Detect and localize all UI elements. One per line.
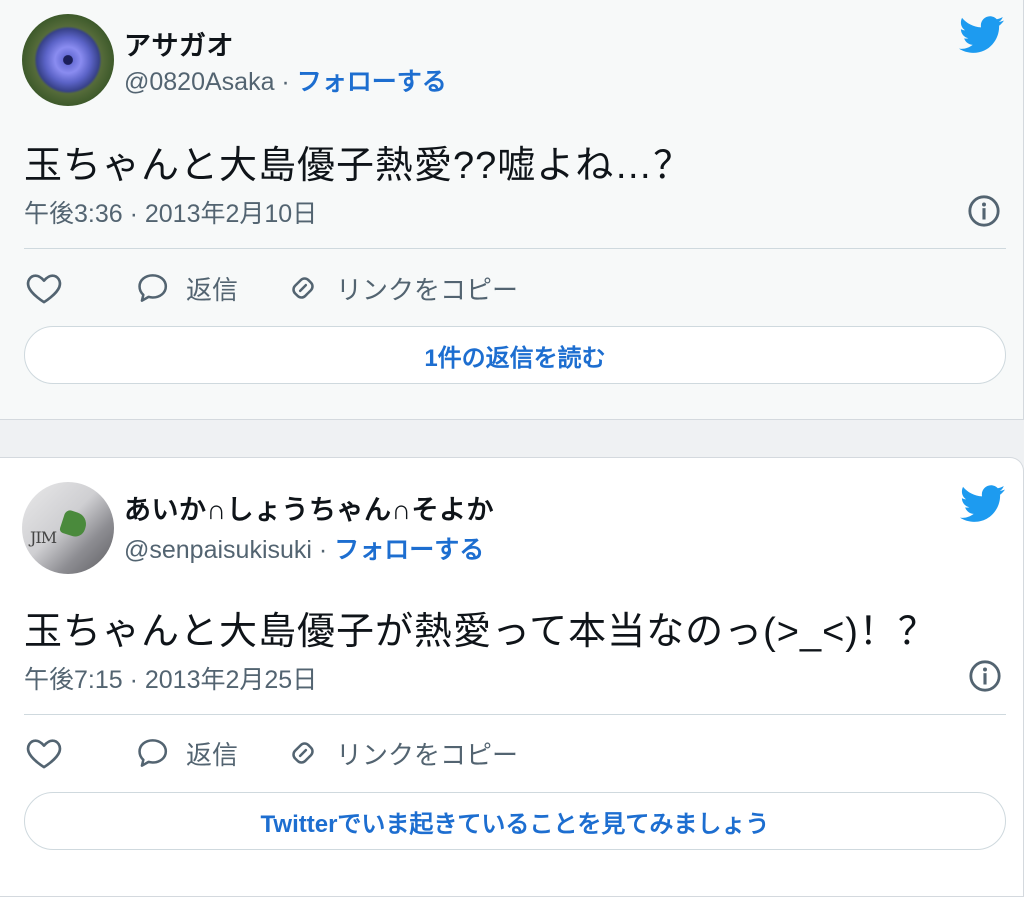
tweet-timestamp[interactable]: 午後3:36 · 2013年2月10日 <box>24 194 317 230</box>
heart-icon <box>26 739 62 769</box>
handle-line: @0820Asaka · フォローする <box>124 62 447 98</box>
avatar-heart-shape <box>58 508 90 540</box>
follow-link[interactable]: フォローする <box>297 68 447 96</box>
info-icon[interactable] <box>967 194 1001 228</box>
read-replies-button[interactable]: 1件の返信を読む <box>24 326 1006 384</box>
tweet-text: 玉ちゃんと大島優子熱愛??嘘よね…？ <box>24 145 693 187</box>
follow-link[interactable]: フォローする <box>334 536 484 564</box>
avatar[interactable] <box>22 14 114 106</box>
like-button[interactable] <box>24 268 64 308</box>
reply-label: 返信 <box>186 274 239 305</box>
explore-twitter-button[interactable]: Twitterでいま起きていることを見てみましょう <box>24 792 1006 850</box>
reply-label: 返信 <box>186 739 239 770</box>
copy-link-label: リンクをコピー <box>336 739 519 770</box>
copy-link-button[interactable]: リンクをコピー <box>284 269 518 307</box>
divider <box>24 714 1006 715</box>
twitter-bird-icon[interactable] <box>960 485 1006 523</box>
divider <box>24 248 1006 249</box>
like-button[interactable] <box>24 733 64 773</box>
tweet-actions: 返信 リンクをコピー <box>24 731 564 775</box>
user-handle[interactable]: @0820Asaka <box>124 68 274 96</box>
info-icon[interactable] <box>968 659 1002 693</box>
tweet-card: アサガオ @0820Asaka · フォローする 玉ちゃんと大島優子熱愛??嘘よ… <box>0 0 1024 420</box>
user-handle[interactable]: @senpaisukisuki <box>124 536 312 564</box>
reply-bubble-icon <box>138 739 168 767</box>
link-icon <box>292 277 314 299</box>
reply-button[interactable]: 返信 <box>134 734 238 772</box>
tweet-text: 玉ちゃんと大島優子が熱愛って本当なのっ(>_<)！？ <box>24 611 937 653</box>
display-name[interactable]: アサガオ <box>124 24 234 63</box>
reply-bubble-icon <box>138 274 168 302</box>
handle-line: @senpaisukisuki · フォローする <box>124 530 484 566</box>
copy-link-label: リンクをコピー <box>336 274 519 305</box>
avatar[interactable]: JIM <box>22 482 114 574</box>
link-icon <box>292 742 314 764</box>
separator-dot: · <box>274 68 297 96</box>
avatar-shirt-letters: JIM <box>30 528 57 547</box>
tweet-actions: 返信 リンクをコピー <box>24 266 564 310</box>
heart-icon <box>26 274 62 304</box>
twitter-bird-icon[interactable] <box>959 16 1005 54</box>
reply-button[interactable]: 返信 <box>134 269 238 307</box>
tweet-timestamp[interactable]: 午後7:15 · 2013年2月25日 <box>24 660 317 696</box>
display-name[interactable]: あいか∩しょうちゃん∩そよか <box>124 488 494 527</box>
copy-link-button[interactable]: リンクをコピー <box>284 734 518 772</box>
separator-dot: · <box>311 536 335 564</box>
